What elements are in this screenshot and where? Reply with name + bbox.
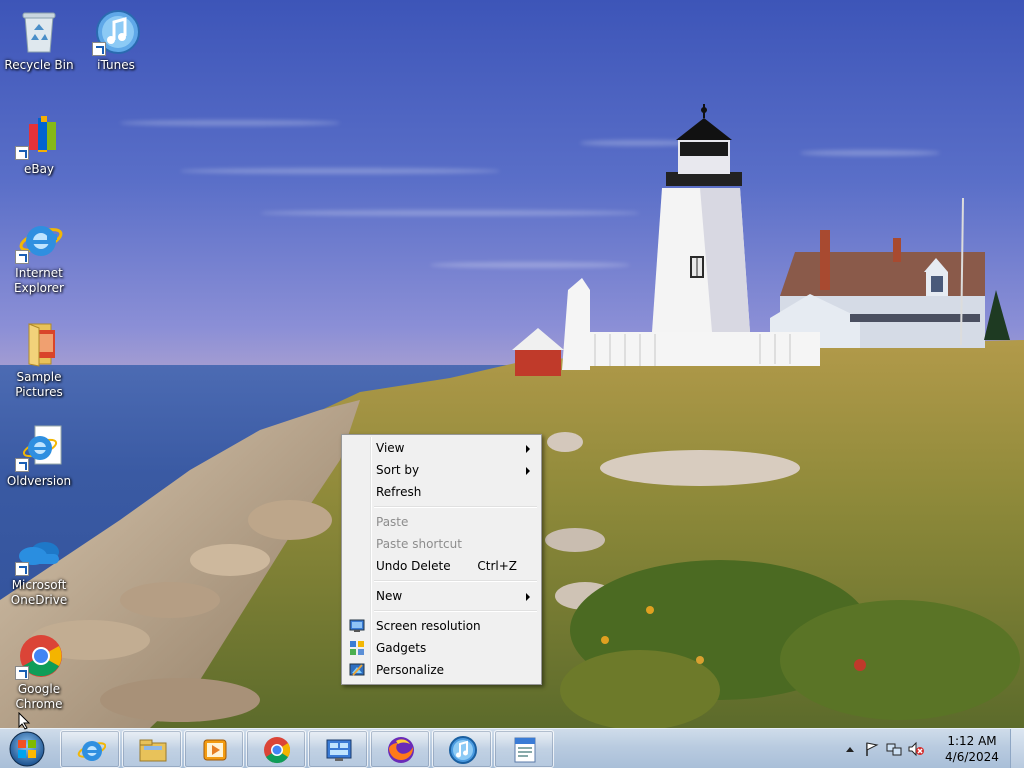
- desktop-icon-recycle-bin[interactable]: Recycle Bin: [1, 8, 77, 73]
- desktop-icon-sample-pictures[interactable]: Sample Pictures: [1, 320, 77, 400]
- clock-date: 4/6/2024: [945, 750, 999, 764]
- taskbar-button-wordpad[interactable]: [494, 730, 554, 768]
- system-tray: 1:12 AM 4/6/2024: [834, 729, 1024, 768]
- taskbar-clock[interactable]: 1:12 AM 4/6/2024: [942, 733, 1002, 765]
- menu-item-gadgets[interactable]: Gadgets: [344, 637, 539, 659]
- desktop-icon-internet-explorer[interactable]: Internet Explorer: [1, 216, 77, 296]
- shortcut-arrow-icon: [15, 666, 29, 680]
- taskbar: 1:12 AM 4/6/2024: [0, 728, 1024, 768]
- start-button[interactable]: [4, 731, 50, 767]
- ie-icon: [77, 741, 106, 761]
- ebay-icon: [15, 112, 63, 160]
- mouse-cursor-icon: [18, 712, 31, 730]
- submenu-arrow-icon: [526, 467, 530, 475]
- shortcut-arrow-icon: [15, 146, 29, 160]
- menu-item-label: Paste: [376, 515, 409, 529]
- taskbar-button-internet-explorer[interactable]: [60, 730, 120, 768]
- shortcut-arrow-icon: [15, 458, 29, 472]
- wordpad-icon: [514, 737, 536, 763]
- menu-item-label: Sort by: [376, 463, 420, 477]
- menu-item-label: Personalize: [376, 663, 445, 677]
- taskbar-button-firefox[interactable]: [370, 730, 430, 768]
- shortcut-arrow-icon: [15, 250, 29, 264]
- menu-separator: [344, 503, 539, 511]
- show-desktop-button[interactable]: [1010, 729, 1024, 768]
- menu-item-screen-resolution[interactable]: Screen resolution: [344, 615, 539, 637]
- menu-item-label: Undo Delete: [376, 559, 451, 573]
- recycle-bin-icon: [15, 8, 63, 56]
- itunes-icon: [92, 8, 140, 56]
- menu-item-undo-delete[interactable]: Undo Delete Ctrl+Z: [344, 555, 539, 577]
- menu-item-sort-by[interactable]: Sort by: [344, 459, 539, 481]
- taskbar-button-itunes[interactable]: [432, 730, 492, 768]
- itunes-icon: [449, 736, 477, 764]
- media-player-icon: [203, 739, 227, 761]
- desktop-icon-ebay[interactable]: eBay: [1, 112, 77, 177]
- menu-item-refresh[interactable]: Refresh: [344, 481, 539, 503]
- windows-orb-icon: [9, 731, 45, 767]
- desktop-icon-label: Oldversion: [6, 474, 72, 488]
- shortcut-arrow-icon: [15, 562, 29, 576]
- file-explorer-icon: [139, 739, 167, 762]
- menu-item-label: Gadgets: [376, 641, 427, 655]
- desktop-icon-itunes[interactable]: iTunes: [78, 8, 154, 73]
- action-center-flag-icon[interactable]: [864, 741, 880, 757]
- menu-item-view[interactable]: View: [344, 437, 539, 459]
- desktop-icon-label: Recycle Bin: [4, 58, 74, 72]
- taskbar-button-file-explorer[interactable]: [122, 730, 182, 768]
- desktop-icon-microsoft-onedrive[interactable]: Microsoft OneDrive: [1, 528, 77, 608]
- desktop-icon-oldversion[interactable]: Oldversion: [1, 424, 77, 489]
- taskbar-button-control-panel[interactable]: [308, 730, 368, 768]
- menu-item-shortcut-key: Ctrl+Z: [477, 559, 517, 573]
- shortcut-arrow-icon: [92, 42, 106, 56]
- personalize-icon: [349, 663, 365, 676]
- taskbar-button-media-player[interactable]: [184, 730, 244, 768]
- menu-item-label: New: [376, 589, 403, 603]
- desktop-icon-label: iTunes: [97, 58, 135, 72]
- menu-item-label: View: [376, 441, 405, 455]
- internet-explorer-icon: [15, 424, 63, 472]
- menu-separator: [344, 607, 539, 615]
- folder-icon: [15, 320, 63, 368]
- desktop-icon-label: eBay: [23, 162, 55, 176]
- desktop-context-menu: View Sort by Refresh Paste Paste shortcu…: [341, 434, 542, 685]
- chevron-up-icon: [846, 747, 854, 752]
- menu-item-label: Paste shortcut: [376, 537, 462, 551]
- monitor-icon: [349, 619, 365, 632]
- submenu-arrow-icon: [526, 445, 530, 453]
- submenu-arrow-icon: [526, 593, 530, 601]
- network-icon[interactable]: [886, 741, 902, 757]
- chrome-icon: [264, 737, 291, 764]
- desktop-icon-label: Sample Pictures: [15, 370, 63, 399]
- internet-explorer-icon: [15, 216, 63, 264]
- menu-separator: [344, 577, 539, 585]
- menu-item-paste-shortcut: Paste shortcut: [344, 533, 539, 555]
- control-panel-icon: [326, 739, 352, 761]
- desktop-icon-label: Microsoft OneDrive: [10, 578, 68, 607]
- menu-item-paste: Paste: [344, 511, 539, 533]
- desktop-icon-google-chrome[interactable]: Google Chrome: [1, 632, 77, 712]
- volume-muted-icon[interactable]: [908, 741, 924, 757]
- menu-item-label: Refresh: [376, 485, 422, 499]
- taskbar-button-chrome[interactable]: [246, 730, 306, 768]
- chrome-icon: [15, 632, 63, 680]
- desktop-icon-label: Internet Explorer: [14, 266, 64, 295]
- menu-item-label: Screen resolution: [376, 619, 481, 633]
- show-hidden-icons-button[interactable]: [842, 741, 858, 757]
- menu-item-personalize[interactable]: Personalize: [344, 659, 539, 681]
- firefox-icon: [388, 737, 414, 763]
- clock-time: 1:12 AM: [947, 734, 997, 748]
- menu-item-new[interactable]: New: [344, 585, 539, 607]
- gadgets-icon: [350, 641, 364, 655]
- onedrive-cloud-icon: [15, 528, 63, 576]
- desktop-icon-label: Google Chrome: [15, 682, 63, 711]
